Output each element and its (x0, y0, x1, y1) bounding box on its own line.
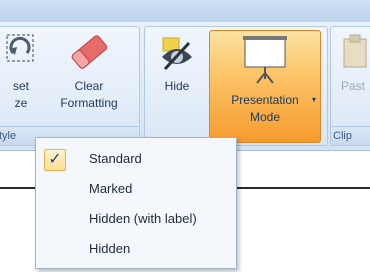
view-group: Hide Presentation Mode ▾ (144, 26, 328, 146)
presentation-screen-icon (243, 36, 287, 84)
reset-label-2: ze (14, 96, 28, 110)
title-bar (0, 0, 370, 22)
eraser-icon (71, 35, 108, 69)
chevron-down-icon: ▾ (311, 95, 316, 104)
styles-group: set ze Clear Formatting tyle (0, 26, 140, 146)
menu-item-hidden-with-label[interactable]: Hidden (with label) (36, 204, 236, 234)
clear-label-2: Formatting (60, 96, 118, 110)
document-rule-left (0, 187, 35, 189)
clipboard-group: Past Clip (330, 26, 370, 146)
menu-item-hidden[interactable]: Hidden (36, 234, 236, 264)
reset-label-1: set (12, 79, 29, 93)
menu-item-label: Standard (89, 151, 142, 166)
paste-button[interactable]: Past (333, 31, 370, 95)
clipboard-icon (343, 34, 367, 68)
clipboard-group-label: Clip (331, 126, 370, 145)
clear-formatting-button[interactable]: Clear Formatting (45, 31, 133, 112)
document-rule-right (235, 187, 370, 189)
ribbon: set ze Clear Formatting tyle Hide Presen… (0, 22, 370, 151)
menu-item-label: Hidden (89, 241, 131, 256)
hide-button[interactable]: Hide (151, 33, 203, 95)
menu-item-label: Hidden (with label) (89, 211, 197, 226)
presentation-label-1: Presentation (231, 93, 299, 107)
menu-item-standard[interactable]: ✓ Standard (36, 144, 236, 174)
checkmark-icon: ✓ (44, 149, 66, 171)
reset-size-button[interactable]: set ze (5, 31, 37, 112)
presentation-label-2: Mode (249, 110, 281, 124)
menu-item-marked[interactable]: Marked (36, 174, 236, 204)
hide-eye-icon (162, 37, 192, 71)
paste-label: Past (340, 79, 365, 93)
reset-icon (6, 34, 34, 62)
presentation-mode-dropdown: ✓ Standard Marked Hidden (with label) Hi… (35, 137, 237, 269)
presentation-mode-button[interactable]: Presentation Mode ▾ (209, 30, 321, 143)
clear-label-1: Clear (74, 79, 104, 93)
menu-item-label: Marked (89, 181, 133, 196)
hide-label: Hide (164, 79, 190, 93)
